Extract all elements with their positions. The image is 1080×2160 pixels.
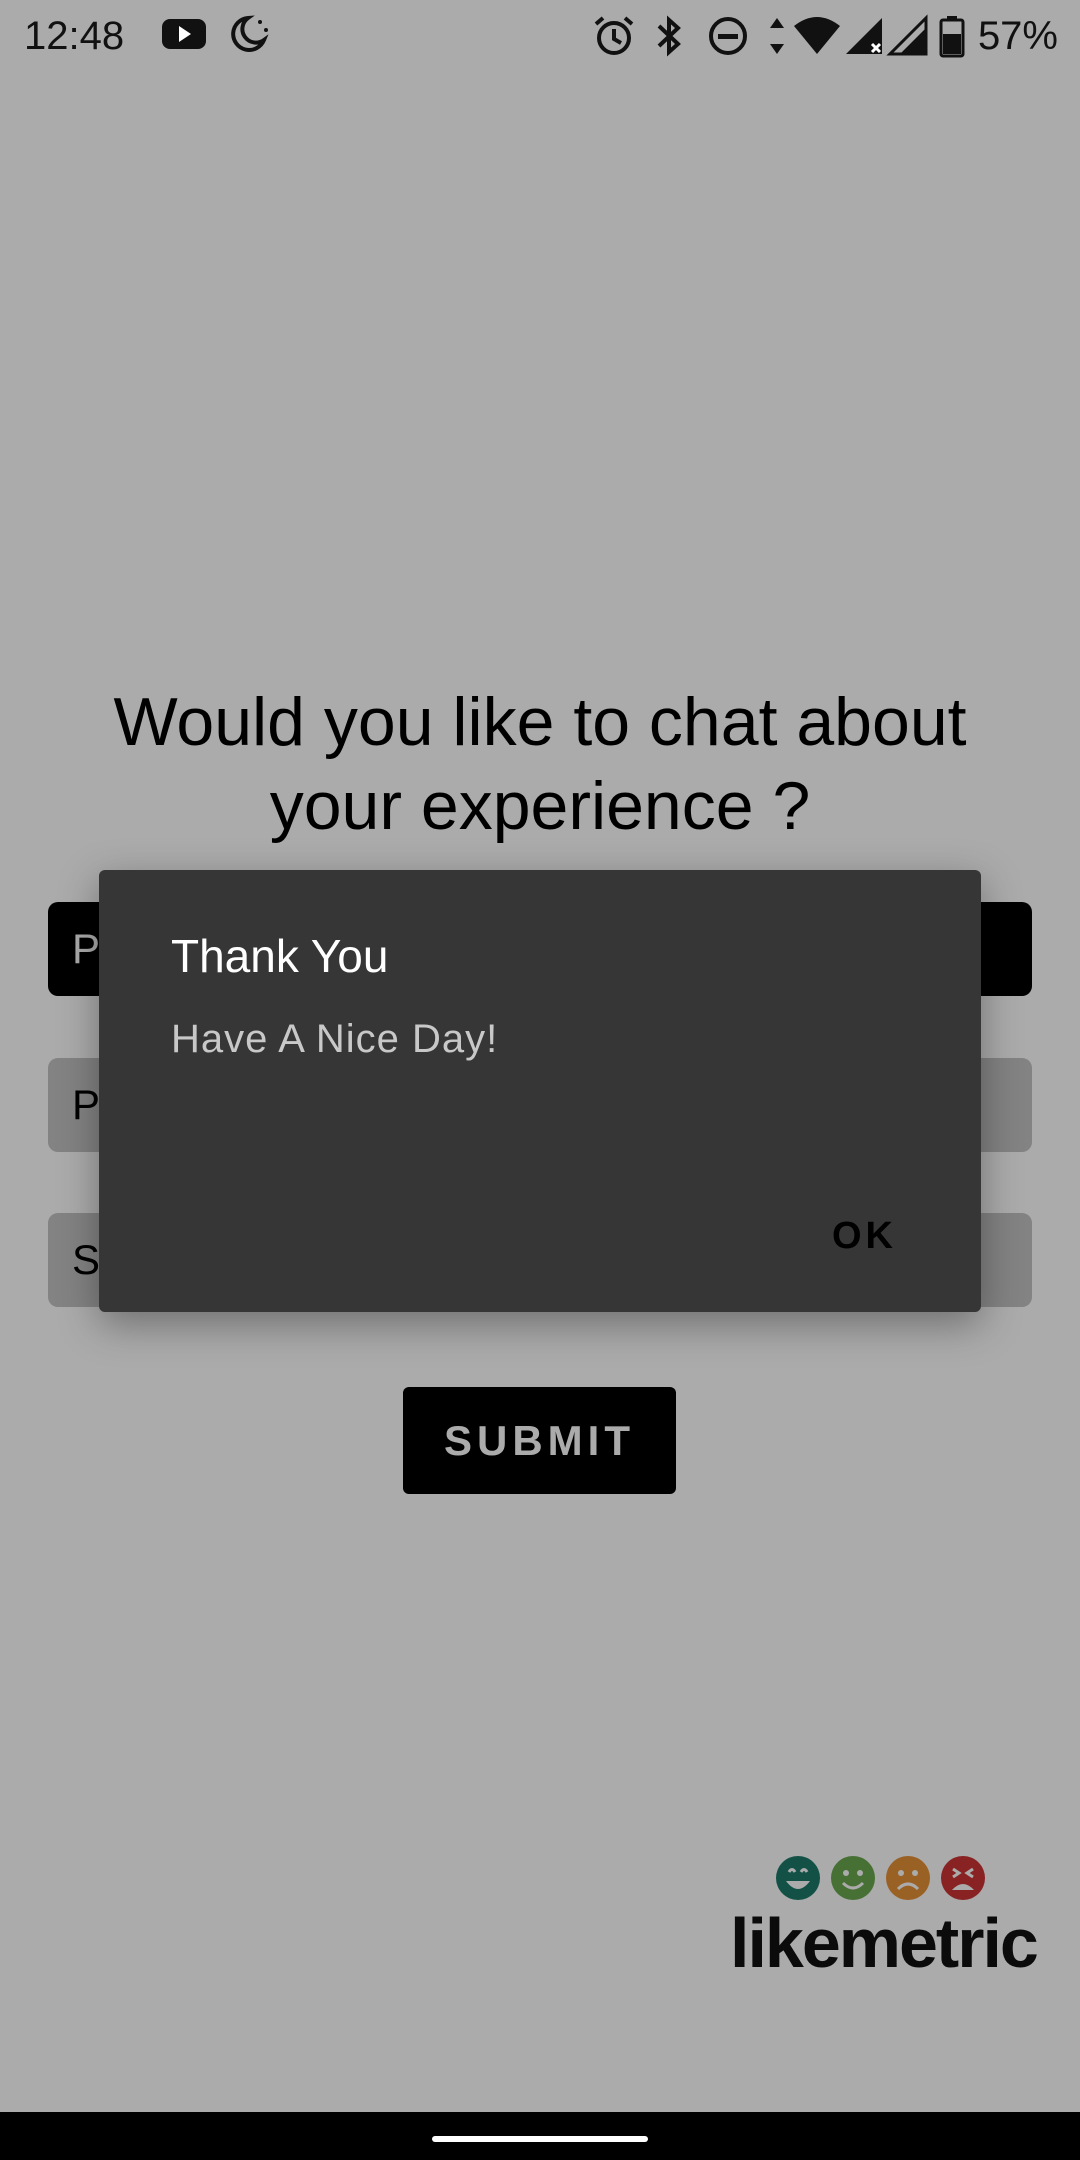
bluetooth-icon bbox=[657, 15, 681, 57]
youtube-icon bbox=[162, 19, 206, 49]
navigation-bar bbox=[0, 2112, 1080, 2160]
wifi-icon bbox=[794, 17, 840, 54]
app-root: Would you like to chat about your experi… bbox=[0, 0, 1080, 2160]
alarm-icon bbox=[594, 16, 634, 55]
status-bar: 12:48 57% bbox=[0, 0, 1080, 72]
battery-icon bbox=[939, 16, 965, 58]
signal-icon bbox=[846, 18, 882, 54]
thank-you-dialog: Thank You Have A Nice Day! OK bbox=[99, 870, 981, 1312]
do-not-disturb-icon bbox=[709, 17, 747, 55]
home-gesture-handle[interactable] bbox=[432, 2136, 648, 2142]
status-time: 12:48 bbox=[24, 14, 125, 58]
ok-button[interactable]: OK bbox=[832, 1212, 897, 1260]
dialog-title: Thank You bbox=[171, 930, 389, 982]
battery-percent: 57% bbox=[977, 14, 1058, 58]
dialog-message: Have A Nice Day! bbox=[171, 1017, 499, 1061]
signal-icon bbox=[886, 14, 928, 56]
night-mode-icon bbox=[231, 15, 269, 52]
data-arrows-icon bbox=[770, 18, 784, 54]
